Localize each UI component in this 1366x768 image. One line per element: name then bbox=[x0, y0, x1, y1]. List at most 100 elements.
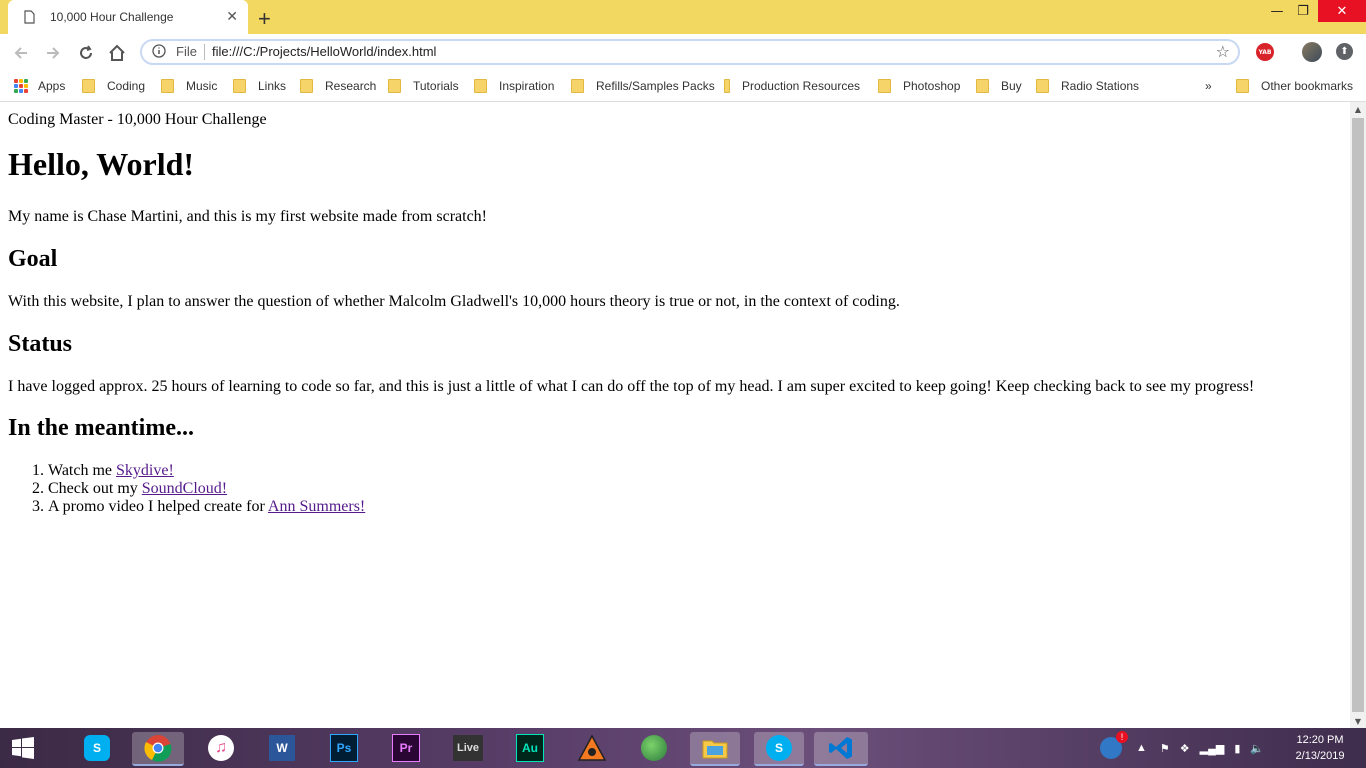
folder-icon bbox=[878, 79, 891, 93]
close-window-button[interactable]: ✕ bbox=[1318, 0, 1366, 22]
bookmark-folder-photoshop[interactable]: Photoshop bbox=[878, 77, 960, 95]
start-button[interactable] bbox=[6, 732, 40, 764]
bookmark-folder-links[interactable]: Links bbox=[233, 77, 286, 95]
scroll-up-icon[interactable]: ▲ bbox=[1350, 102, 1366, 116]
scroll-thumb[interactable] bbox=[1352, 118, 1364, 712]
info-icon[interactable] bbox=[152, 44, 166, 58]
bookmark-apps[interactable]: Apps bbox=[14, 77, 65, 95]
reason-icon bbox=[577, 734, 607, 761]
windows-taskbar: S ♫ W Ps Pr Live Au S ! ▲ ⚑ ❖ ▂▄▆ ▮ 🔈 12… bbox=[0, 728, 1366, 768]
bookmark-folder-research[interactable]: Research bbox=[300, 77, 376, 95]
bookmark-folder-tutorials[interactable]: Tutorials bbox=[388, 77, 459, 95]
new-tab-button[interactable]: + bbox=[258, 6, 271, 32]
bookmark-label: Buy bbox=[1001, 79, 1022, 93]
clock-date: 2/13/2019 bbox=[1295, 750, 1345, 762]
ann-summers-link[interactable]: Ann Summers! bbox=[268, 498, 365, 515]
system-tray: ! ▲ ⚑ ❖ ▂▄▆ ▮ 🔈 bbox=[1100, 728, 1269, 768]
bookmark-folder-production[interactable]: Production Resources bbox=[724, 77, 860, 95]
taskbar-word[interactable]: W bbox=[265, 732, 299, 764]
update-menu-icon[interactable]: ⬆ bbox=[1336, 43, 1353, 60]
taskbar-reason[interactable] bbox=[575, 732, 609, 764]
meantime-heading: In the meantime... bbox=[8, 415, 194, 441]
scroll-down-icon[interactable]: ▼ bbox=[1350, 714, 1366, 728]
forward-button[interactable] bbox=[40, 40, 66, 66]
bookmark-folder-coding[interactable]: Coding bbox=[82, 77, 145, 95]
bookmarks-overflow-button[interactable]: » bbox=[1205, 77, 1212, 95]
bookmark-folder-radio[interactable]: Radio Stations bbox=[1036, 77, 1139, 95]
soundcloud-link[interactable]: SoundCloud! bbox=[142, 480, 227, 497]
bookmark-label: Other bookmarks bbox=[1261, 79, 1354, 93]
profile-avatar[interactable] bbox=[1302, 42, 1322, 62]
premiere-icon: Pr bbox=[392, 734, 420, 762]
taskbar-file-explorer[interactable] bbox=[690, 732, 740, 766]
bookmark-folder-inspiration[interactable]: Inspiration bbox=[474, 77, 554, 95]
show-hidden-icons-icon[interactable]: ▲ bbox=[1136, 742, 1147, 754]
vertical-scrollbar[interactable]: ▲ ▼ bbox=[1350, 102, 1366, 728]
bookmark-label: Photoshop bbox=[903, 79, 961, 93]
windows-logo-icon bbox=[12, 737, 34, 759]
url-text[interactable]: file:///C:/Projects/HelloWorld/index.htm… bbox=[212, 44, 436, 59]
folder-icon bbox=[571, 79, 584, 93]
taskbar-chrome[interactable] bbox=[132, 732, 184, 766]
skydive-link[interactable]: Skydive! bbox=[116, 462, 174, 479]
list-item-text: Check out my bbox=[48, 480, 142, 497]
yab-extension-icon[interactable]: YAB bbox=[1256, 43, 1274, 61]
list-item: A promo video I helped create for Ann Su… bbox=[48, 498, 365, 516]
taskbar-skype[interactable]: S bbox=[80, 732, 114, 764]
close-tab-icon[interactable]: ✕ bbox=[226, 9, 238, 25]
address-bar[interactable]: File file:///C:/Projects/HelloWorld/inde… bbox=[140, 39, 1240, 65]
tab-title: 10,000 Hour Challenge bbox=[50, 10, 174, 24]
update-notification-icon[interactable]: ! bbox=[1100, 731, 1128, 759]
home-icon bbox=[109, 44, 125, 61]
other-bookmarks[interactable]: Other bookmarks bbox=[1236, 77, 1353, 95]
network-icon[interactable]: ▂▄▆ bbox=[1200, 742, 1225, 755]
bookmark-label: Radio Stations bbox=[1061, 79, 1140, 93]
taskbar-vscode[interactable] bbox=[814, 732, 868, 766]
minimize-button[interactable]: — bbox=[1266, 0, 1288, 22]
taskbar-skype-active[interactable]: S bbox=[754, 732, 804, 766]
bookmark-label: Production Resources bbox=[741, 79, 860, 93]
word-icon: W bbox=[269, 735, 295, 761]
photoshop-icon: Ps bbox=[330, 734, 358, 762]
folder-icon bbox=[724, 79, 730, 93]
apps-grid-icon bbox=[14, 79, 28, 93]
folder-icon bbox=[233, 79, 246, 93]
bookmark-folder-music[interactable]: Music bbox=[161, 77, 217, 95]
globe-icon bbox=[641, 735, 667, 761]
home-button[interactable] bbox=[104, 40, 130, 66]
bookmarks-bar: Apps Coding Music Links Research Tutoria… bbox=[0, 71, 1366, 102]
restore-button[interactable]: ❐ bbox=[1292, 0, 1314, 22]
bookmark-folder-refills[interactable]: Refills/Samples Packs bbox=[571, 77, 715, 95]
live-icon: Live bbox=[453, 735, 483, 761]
flag-icon[interactable]: ⚑ bbox=[1160, 742, 1170, 755]
browser-tab[interactable]: 10,000 Hour Challenge ✕ bbox=[8, 0, 248, 34]
taskbar-itunes[interactable]: ♫ bbox=[204, 732, 238, 764]
bookmark-label: Music bbox=[186, 79, 218, 93]
folder-icon bbox=[388, 79, 401, 93]
back-button[interactable] bbox=[8, 40, 34, 66]
intro-paragraph: My name is Chase Martini, and this is my… bbox=[8, 208, 488, 225]
chrome-icon bbox=[144, 735, 172, 762]
status-heading: Status bbox=[8, 331, 73, 357]
skype-icon: S bbox=[766, 735, 792, 761]
taskbar-premiere[interactable]: Pr bbox=[389, 732, 423, 764]
taskbar-ableton-live[interactable]: Live bbox=[451, 732, 485, 764]
volume-icon[interactable]: 🔈 bbox=[1250, 742, 1264, 755]
list-item: Watch me Skydive! bbox=[48, 462, 365, 480]
bookmark-label: Research bbox=[325, 79, 377, 93]
battery-icon[interactable]: ▮ bbox=[1234, 742, 1240, 755]
bookmark-label: Inspiration bbox=[499, 79, 555, 93]
reload-button[interactable] bbox=[73, 40, 99, 66]
taskbar-audition[interactable]: Au bbox=[513, 732, 547, 764]
dropbox-icon[interactable]: ❖ bbox=[1180, 742, 1190, 755]
list-item: Check out my SoundCloud! bbox=[48, 480, 365, 498]
taskbar-photoshop[interactable]: Ps bbox=[327, 732, 361, 764]
page-title: Hello, World! bbox=[8, 146, 195, 182]
folder-icon bbox=[474, 79, 487, 93]
list-item-text: Watch me bbox=[48, 462, 117, 479]
taskbar-clock[interactable]: 12:20 PM 2/13/2019 bbox=[1290, 732, 1350, 764]
bookmark-star-icon[interactable]: ☆ bbox=[1216, 42, 1230, 61]
taskbar-maps[interactable] bbox=[637, 732, 671, 764]
bookmark-folder-buy[interactable]: Buy bbox=[976, 77, 1022, 95]
arrow-right-icon bbox=[47, 47, 60, 59]
